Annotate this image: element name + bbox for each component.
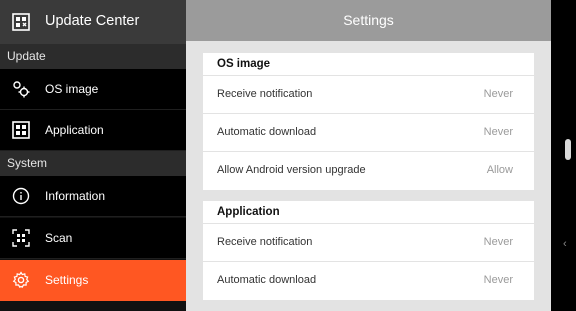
update-center-app: Update Center Update OS image Applicatio… (0, 0, 576, 311)
card-title: OS image (203, 53, 534, 76)
update-center-icon (12, 13, 30, 31)
setting-value: Never (483, 236, 513, 248)
right-rail (551, 0, 576, 311)
setting-row-receive-notification[interactable]: Receive notification Never (203, 224, 534, 262)
page-title: Settings (186, 0, 551, 41)
sidebar-item-label: Application (45, 123, 104, 137)
info-icon (12, 187, 30, 205)
gear-icon (12, 271, 30, 289)
setting-row-allow-android-upgrade[interactable]: Allow Android version upgrade Allow (203, 152, 534, 190)
card-title: Application (203, 201, 534, 224)
application-grid-icon (12, 121, 30, 139)
main-content: Settings OS image Receive notification N… (186, 0, 551, 311)
setting-label: Automatic download (217, 126, 317, 138)
setting-row-automatic-download[interactable]: Automatic download Never (203, 114, 534, 152)
sidebar-item-label: OS image (45, 82, 99, 96)
setting-label: Allow Android version upgrade (217, 164, 366, 176)
setting-label: Receive notification (217, 236, 313, 248)
app-title: Update Center (45, 13, 140, 29)
sidebar-item-application[interactable]: Application (0, 110, 186, 151)
sidebar-item-information[interactable]: Information (0, 176, 186, 217)
setting-row-automatic-download[interactable]: Automatic download Never (203, 262, 534, 300)
sidebar-item-label: Information (45, 189, 106, 203)
section-header-system: System (0, 151, 186, 176)
scan-icon (12, 229, 30, 247)
sidebar-item-settings[interactable]: Settings (0, 260, 186, 301)
setting-value: Never (483, 274, 513, 286)
chevron-left-icon[interactable]: ‹ (563, 238, 567, 250)
setting-label: Automatic download (217, 274, 317, 286)
sidebar-item-label: Settings (45, 273, 89, 287)
os-image-icon (12, 80, 30, 98)
sidebar: Update Center Update OS image Applicatio… (0, 0, 186, 311)
sidebar-item-os-image[interactable]: OS image (0, 69, 186, 110)
setting-row-receive-notification[interactable]: Receive notification Never (203, 76, 534, 114)
settings-card-os-image: OS image Receive notification Never Auto… (203, 53, 534, 190)
setting-label: Receive notification (217, 88, 313, 100)
setting-value: Never (483, 126, 513, 138)
sidebar-item-label: Scan (45, 231, 73, 245)
sidebar-item-scan[interactable]: Scan (0, 218, 186, 259)
setting-value: Allow (486, 164, 513, 176)
sidebar-header: Update Center (0, 0, 186, 44)
settings-card-application: Application Receive notification Never A… (203, 201, 534, 300)
scrollbar-thumb[interactable] (565, 139, 571, 160)
section-header-update: Update (0, 44, 186, 69)
setting-value: Never (483, 88, 513, 100)
